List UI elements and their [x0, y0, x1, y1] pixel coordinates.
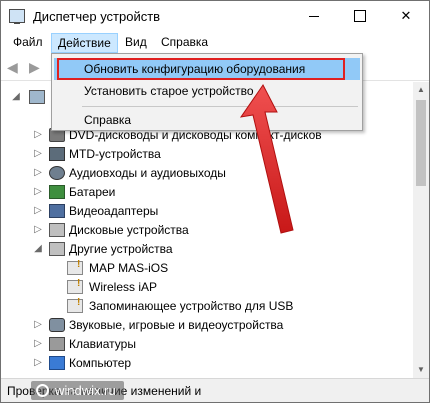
- menu-action[interactable]: Действие: [51, 33, 118, 53]
- expand-icon[interactable]: ▷: [33, 320, 43, 330]
- expand-icon[interactable]: ▷: [33, 206, 43, 216]
- tree-row-label: Клавиатуры: [69, 337, 136, 351]
- tree-row-label: Компьютер: [69, 356, 132, 370]
- maximize-button[interactable]: [337, 1, 383, 31]
- sound-video-icon: [49, 318, 65, 332]
- menu-separator: [82, 106, 358, 107]
- tree-row-label: Батареи: [69, 185, 116, 199]
- tree-row-map-mas-ios[interactable]: MAP MAS-iOS: [1, 259, 411, 278]
- mtd-device-icon: [49, 147, 65, 161]
- vertical-scrollbar[interactable]: ▲ ▼: [413, 82, 429, 378]
- menu-item-add-legacy-hardware[interactable]: Установить старое устройство: [54, 80, 360, 102]
- menu-file[interactable]: Файл: [7, 33, 49, 53]
- computer-icon: [49, 356, 65, 370]
- tree-row-label: MTD-устройства: [69, 147, 161, 161]
- menu-help[interactable]: Справка: [155, 33, 214, 53]
- tree-row-wireless-iap[interactable]: Wireless iAP: [1, 278, 411, 297]
- menu-bar: Файл Действие Вид Справка: [1, 31, 429, 53]
- close-button[interactable]: [383, 1, 429, 31]
- tree-row-label: Wireless iAP: [89, 280, 158, 294]
- collapse-icon[interactable]: ◢: [11, 92, 21, 102]
- tree-row-other-devices[interactable]: ◢ Другие устройства: [1, 240, 411, 259]
- tree-row-computer[interactable]: ▷ Компьютер: [1, 354, 411, 373]
- tree-row-label: MAP MAS-iOS: [89, 261, 169, 275]
- expand-icon[interactable]: ▷: [33, 339, 43, 349]
- annotation-highlight-box: [57, 58, 345, 80]
- watermark: windwix.ru: [31, 381, 124, 400]
- title-bar[interactable]: Диспетчер устройств: [1, 1, 429, 31]
- display-adapter-icon: [49, 204, 65, 218]
- tree-row-keyboards[interactable]: ▷ Клавиатуры: [1, 335, 411, 354]
- expand-icon[interactable]: ▷: [33, 168, 43, 178]
- menu-view[interactable]: Вид: [119, 33, 153, 53]
- scroll-up-arrow-icon[interactable]: ▲: [413, 82, 429, 98]
- forward-arrow-icon[interactable]: ▶: [29, 60, 45, 74]
- unknown-device-warning-icon: [67, 297, 83, 313]
- scroll-thumb[interactable]: [416, 100, 426, 186]
- tree-row-label: Дисковые устройства: [69, 223, 189, 237]
- computer-root-icon: [29, 90, 45, 104]
- device-manager-window: Диспетчер устройств Файл Действие Вид Сп…: [0, 0, 430, 403]
- watermark-logo-icon: [36, 384, 49, 397]
- tree-row-display-adapters[interactable]: ▷ Видеоадаптеры: [1, 202, 411, 221]
- expand-icon[interactable]: ▷: [33, 130, 43, 140]
- unknown-device-warning-icon: [67, 278, 83, 294]
- tree-row-label: Видеоадаптеры: [69, 204, 159, 218]
- collapse-icon[interactable]: ◢: [33, 244, 43, 254]
- device-manager-icon: [9, 9, 25, 24]
- watermark-text: windwix.ru: [55, 383, 116, 398]
- tree-row-label: Другие устройства: [69, 242, 173, 256]
- expand-icon[interactable]: ▷: [33, 149, 43, 159]
- tree-row-usb-storage[interactable]: Запоминающее устройство для USB: [1, 297, 411, 316]
- expand-icon[interactable]: ▷: [33, 358, 43, 368]
- scroll-down-arrow-icon[interactable]: ▼: [413, 362, 429, 378]
- tree-row-audio-io[interactable]: ▷ Аудиовходы и аудиовыходы: [1, 164, 411, 183]
- tree-row-label: Аудиовходы и аудиовыходы: [69, 166, 226, 180]
- menu-item-help[interactable]: Справка: [54, 109, 360, 131]
- keyboard-icon: [49, 337, 65, 351]
- window-title: Диспетчер устройств: [33, 9, 161, 24]
- disk-drive-icon: [49, 223, 65, 237]
- minimize-button[interactable]: [291, 1, 337, 31]
- status-bar: Проверка на наличие изменений и windwix.…: [1, 378, 429, 402]
- audio-icon: [49, 166, 65, 180]
- tree-row-batteries[interactable]: ▷ Батареи: [1, 183, 411, 202]
- tree-row-sound-video[interactable]: ▷ Звуковые, игровые и видеоустройства: [1, 316, 411, 335]
- tree-row-label: Запоминающее устройство для USB: [89, 299, 294, 313]
- expand-icon[interactable]: ▷: [33, 225, 43, 235]
- expand-icon[interactable]: ▷: [33, 187, 43, 197]
- other-devices-icon: [49, 242, 65, 256]
- tree-row-disk-drives[interactable]: ▷ Дисковые устройства: [1, 221, 411, 240]
- tree-row-mtd[interactable]: ▷ MTD-устройства: [1, 145, 411, 164]
- battery-icon: [49, 185, 65, 199]
- back-arrow-icon[interactable]: ◀: [7, 60, 23, 74]
- unknown-device-warning-icon: [67, 259, 83, 275]
- tree-row-label: Звуковые, игровые и видеоустройства: [69, 318, 284, 332]
